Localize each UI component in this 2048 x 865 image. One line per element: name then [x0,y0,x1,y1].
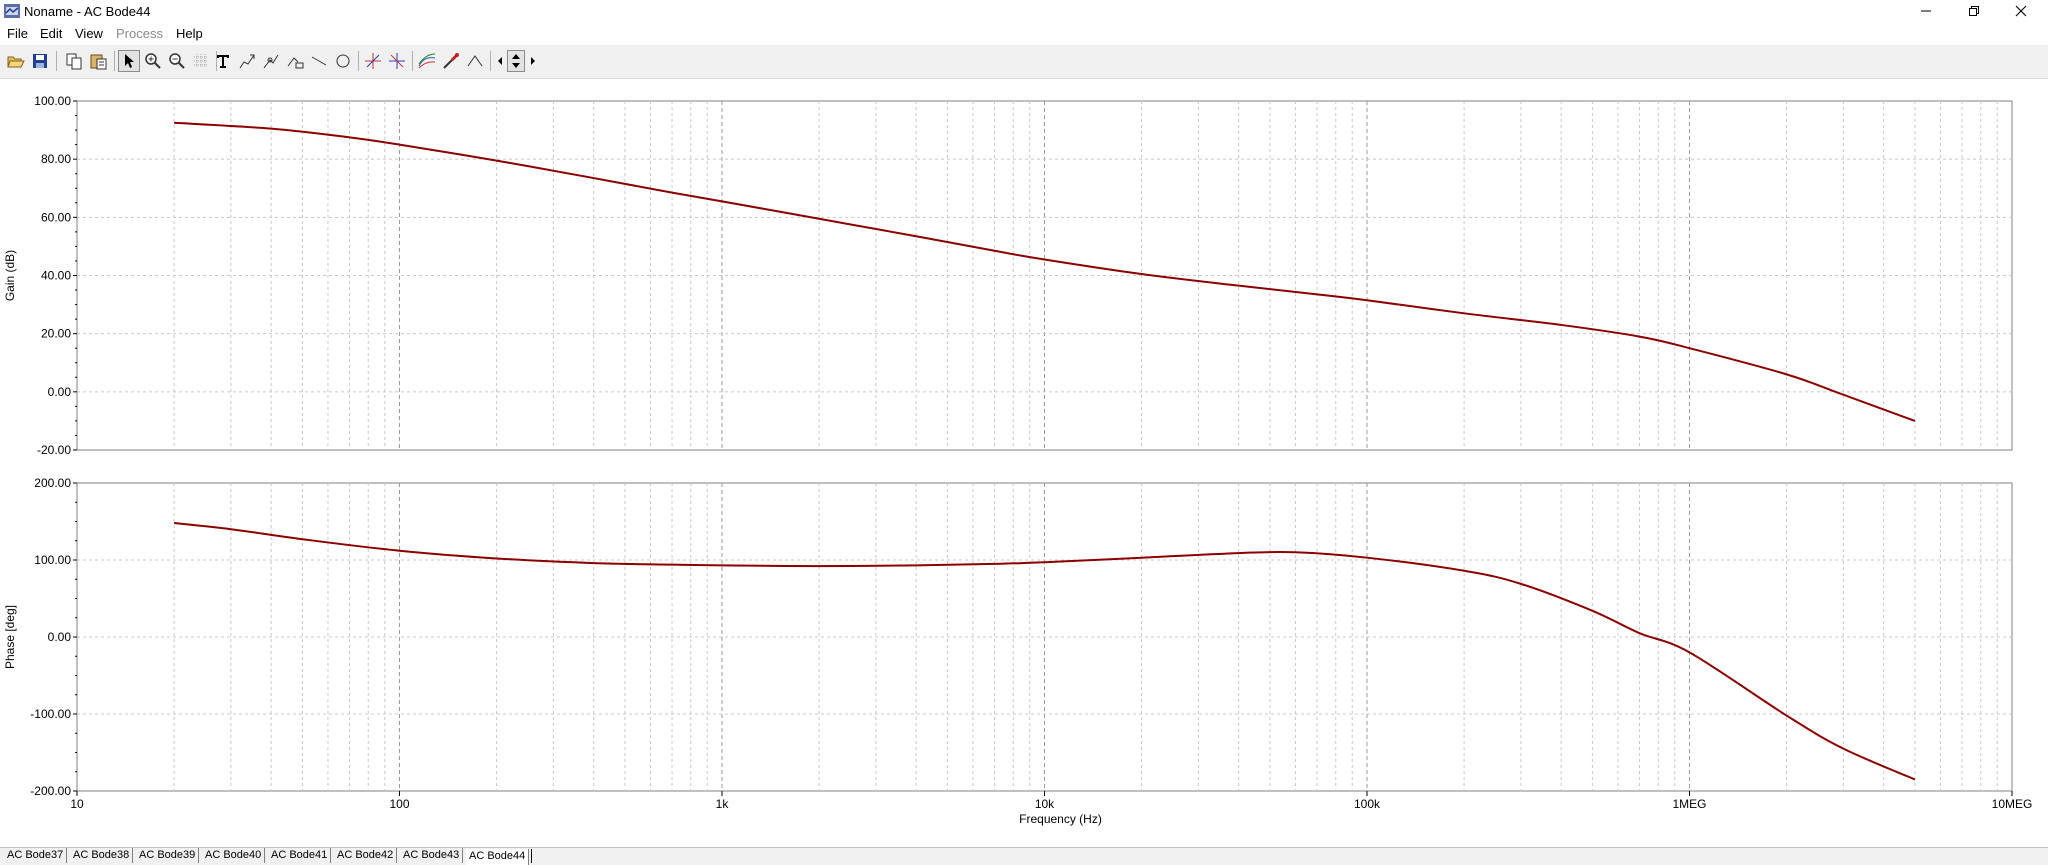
x-tick-label: 10MEG [1992,797,2033,811]
step-icon [467,55,483,67]
curves-button[interactable] [416,50,438,72]
menu-file[interactable]: File [7,26,28,41]
minimize-icon [1921,10,1931,12]
pointer-icon [125,54,134,68]
y-axis-label: Phase [deg] [3,605,17,669]
tab-ac-bode38[interactable]: AC Bode38 [70,848,134,863]
x-tick-label: 100k [1354,797,1381,811]
cursor-b-icon [389,53,405,69]
y-tick-label: 100.00 [34,94,71,108]
zoom-out-button[interactable] [166,50,188,72]
y-tick-label: 200.00 [34,476,71,490]
arrow-right-icon [531,57,535,65]
tab-bar: AC Bode37 AC Bode38 AC Bode39 AC Bode40 … [0,847,2048,865]
tab-divider [531,849,532,863]
save-icon [33,54,47,68]
probe-button[interactable] [440,50,462,72]
tab-ac-bode43[interactable]: AC Bode43 [400,848,464,863]
x-tick-label: 1k [716,797,730,811]
cursor-a-button[interactable] [362,50,384,72]
window-title: Noname - AC Bode44 [24,4,151,19]
text-icon [217,55,229,68]
x-tick-label: 100 [389,797,409,811]
tab-ac-bode39[interactable]: AC Bode39 [136,848,200,863]
y-tick-label: 60.00 [41,210,71,224]
y-tick-label: 40.00 [41,269,71,283]
arrow-right-button[interactable] [526,50,540,72]
open-button[interactable] [5,50,27,72]
tab-ac-bode44[interactable]: AC Bode44 [466,849,530,865]
menu-view[interactable]: View [75,26,103,41]
menu-help[interactable]: Help [176,26,203,41]
restore-icon [1969,6,1979,16]
zoom-in-button[interactable] [142,50,164,72]
line-button[interactable] [308,50,330,72]
bode-plot[interactable]: 100.0080.0060.0040.0020.000.00-20.00Gain… [0,79,2048,847]
x-tick-label: 10 [70,797,84,811]
arrow-updown-button[interactable] [507,50,525,72]
circle-button[interactable] [332,50,354,72]
menu-edit[interactable]: Edit [40,26,62,41]
restore-button[interactable] [1951,0,1997,22]
probe-icon [443,53,459,69]
tab-ac-bode41[interactable]: AC Bode41 [268,848,332,863]
cursor-a-icon [365,53,381,69]
zoom-out-icon [169,53,185,69]
y-axis-label: Gain (dB) [3,250,17,301]
tab-ac-bode40[interactable]: AC Bode40 [202,848,266,863]
circle-icon [336,54,350,68]
grid-button[interactable] [190,50,212,72]
paste-icon [90,54,107,70]
title-bar: Noname - AC Bode44 [0,0,2048,23]
label-button[interactable] [284,50,306,72]
y-tick-label: -200.00 [30,784,71,798]
arrow-left-button[interactable] [493,50,507,72]
menu-bar: File Edit View Process Help [0,23,2048,45]
arrow-left-icon [498,57,502,65]
cursor-b-button[interactable] [386,50,408,72]
label-icon [287,57,304,69]
y-tick-label: 100.00 [34,553,71,567]
marker-icon [263,54,279,69]
menu-process[interactable]: Process [116,26,163,41]
arrow-updown-icon [512,54,520,68]
y-tick-label: -20.00 [37,443,71,457]
y-tick-label: -100.00 [30,707,71,721]
x-axis-label: Frequency (Hz) [1019,812,1102,826]
x-tick-label: 10k [1035,797,1055,811]
curves-icon [418,53,436,69]
minimize-button[interactable] [1903,0,1949,22]
open-icon [7,56,25,68]
close-icon [2015,5,2027,17]
y-tick-label: 0.00 [48,630,72,644]
zoom-in-icon [145,53,161,69]
pointer-button[interactable] [118,50,140,72]
tab-ac-bode42[interactable]: AC Bode42 [334,848,398,863]
annotate-icon [239,54,255,69]
copy-button[interactable] [63,50,85,72]
y-tick-label: 20.00 [41,327,71,341]
save-button[interactable] [29,50,51,72]
text-button[interactable] [212,50,234,72]
marker-button[interactable] [260,50,282,72]
step-button[interactable] [464,50,486,72]
x-tick-label: 1MEG [1672,797,1706,811]
tab-ac-bode37[interactable]: AC Bode37 [4,848,68,863]
y-tick-label: 0.00 [48,385,72,399]
copy-icon [66,53,82,70]
toolbar [0,46,2048,79]
app-icon [4,4,20,18]
annotate-button[interactable] [236,50,258,72]
chart-area: 100.00 80.00 60.00 40.00 20.00 0.00 -20.00 Gain… [0,79,2048,847]
line-icon [311,56,327,66]
grid-icon [194,54,208,68]
paste-button[interactable] [87,50,109,72]
y-tick-label: 80.00 [41,152,71,166]
close-button[interactable] [1998,0,2044,22]
